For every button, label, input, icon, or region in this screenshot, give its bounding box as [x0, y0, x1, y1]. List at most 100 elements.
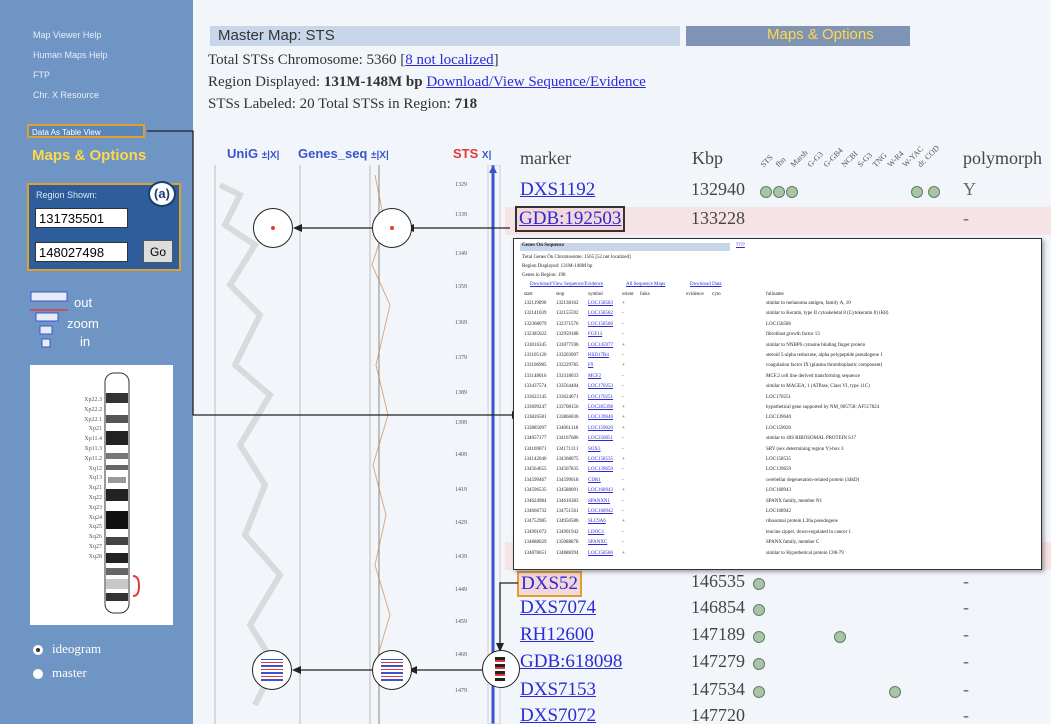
popup-cell-symbol[interactable]: SLC9A6 [588, 519, 606, 524]
popup-cell-orient: - [622, 311, 624, 317]
popup-col-cyto: cyto [712, 292, 721, 297]
popup-cell-symbol[interactable]: SOX3 [588, 447, 601, 452]
popup-cell-symbol[interactable]: LOC158586 [588, 322, 613, 327]
popup-cell-start: 133826581 [524, 415, 547, 421]
popup-cell-fullname: ribosomal protein L36a pseudogene [766, 519, 838, 525]
popup-cell-fullname: LOC158535 [766, 457, 791, 462]
popup-col-fullname: fullname [766, 292, 784, 297]
popup-cell-fullname: LOC158586 [766, 321, 791, 327]
popup-cell-symbol[interactable]: SPANXN1 [588, 499, 610, 504]
popup-cell-start: 134564655 [524, 467, 547, 473]
magnifier-unig-top [253, 208, 293, 248]
popup-cell-stop: 133708156 [556, 405, 579, 410]
popup-cell-symbol[interactable]: LOC170253 [588, 384, 613, 389]
popup-cell-orient: - [622, 373, 624, 379]
popup-cell-stop: 134950586 [556, 519, 579, 525]
popup-cell-symbol[interactable]: FGF13 [588, 332, 602, 337]
popup-cell-symbol[interactable]: LOC159020 [588, 426, 613, 431]
popup-cell-symbol[interactable]: SPANXC [588, 540, 607, 545]
popup-cell-orient: + [622, 425, 625, 431]
popup-cell-symbol[interactable]: LOC256051 [588, 436, 613, 441]
popup-cell-symbol[interactable]: LOC285398 [588, 405, 613, 410]
popup-cell-stop: 134751561 [556, 509, 579, 514]
popup-total-genes: Total Genes On Chromosome: 1565 [52 not … [522, 255, 631, 260]
popup-cell-stop: 134167686 [556, 436, 579, 442]
popup-cell-stop: 133077596 [556, 342, 579, 348]
popup-col-links: links [640, 292, 650, 297]
popup-cell-stop: 132371576 [556, 321, 579, 327]
popup-download-data-link[interactable]: Download Data [690, 282, 722, 287]
popup-cell-start: 134596535 [524, 488, 547, 494]
popup-download-link[interactable]: Download/View Sequence/Evidence [530, 282, 603, 287]
popup-title: Genes On Sequence [522, 243, 565, 248]
popup-cell-stop: 134061118 [556, 425, 579, 431]
popup-cell-stop: 133866036 [556, 415, 579, 421]
magnifier-unig-bottom [252, 650, 292, 690]
genes-on-sequence-popup[interactable]: Genes On Sequence ???? Total Genes On Ch… [513, 238, 1042, 570]
popup-cell-symbol[interactable]: LOC158582 [588, 311, 613, 316]
popup-cell-start: 134599467 [524, 477, 547, 483]
popup-cell-fullname: LOC170251 [766, 394, 791, 400]
popup-cell-symbol[interactable]: LOC158583 [588, 301, 613, 306]
popup-cell-fullname: LOC168943 [766, 488, 791, 494]
popup-help-link[interactable]: ???? [736, 243, 745, 248]
popup-cell-symbol[interactable]: LOC145977 [588, 343, 613, 348]
popup-cell-symbol[interactable]: CDR1 [588, 478, 601, 483]
popup-cell-start: 134169071 [524, 446, 547, 452]
popup-cell-symbol[interactable]: F9 [588, 363, 593, 368]
popup-cell-symbol[interactable]: LOC168943 [588, 488, 613, 493]
popup-cell-symbol[interactable]: MCF2 [588, 374, 601, 379]
popup-cell-orient: - [622, 436, 624, 442]
popup-cell-orient: - [622, 509, 624, 514]
popup-cell-symbol[interactable]: LOC139659 [588, 467, 613, 472]
popup-cell-stop: 132155592 [556, 311, 579, 317]
popup-all-maps-link[interactable]: All Sequence Maps [626, 282, 665, 287]
popup-cell-stop: 133203097 [556, 353, 579, 358]
popup-cell-symbol[interactable]: LOC158586 [588, 551, 613, 556]
popup-cell-symbol[interactable]: LOC168942 [588, 509, 613, 514]
popup-cell-fullname: cerebellar degeneration-related protein … [766, 477, 860, 483]
popup-cell-stop: 134599618 [556, 477, 579, 483]
popup-cell-start: 134752985 [524, 519, 547, 525]
popup-cell-start: 134878651 [524, 550, 547, 556]
popup-cell-start: 134666732 [524, 509, 547, 514]
popup-cell-start: 133437574 [524, 384, 547, 390]
popup-cell-symbol[interactable]: LOC170251 [588, 395, 613, 400]
popup-cell-start: 134624984 [524, 498, 547, 504]
popup-cell-orient: + [622, 342, 625, 348]
popup-col-evidence: evidence [686, 292, 704, 297]
popup-col-stop: stop [556, 292, 565, 297]
popup-cell-orient: - [622, 477, 624, 483]
popup-cell-stop: 134616383 [556, 498, 579, 504]
popup-cell-stop: 133229785 [556, 363, 579, 369]
popup-cell-stop: 134368075 [556, 457, 579, 462]
popup-cell-start: 133622145 [524, 394, 547, 400]
popup-cell-stop: 134901942 [556, 529, 579, 535]
popup-cell-symbol[interactable]: HSD17B4 [588, 353, 609, 358]
popup-cell-start: 132368079 [524, 321, 547, 327]
popup-region: Region Displayed: 131M-148M bp [522, 264, 593, 269]
popup-cell-orient: - [622, 467, 624, 473]
popup-cell-orient: + [622, 301, 625, 306]
popup-cell-symbol[interactable]: LDOC1 [588, 530, 604, 535]
popup-cell-orient: - [622, 384, 624, 390]
popup-genes-count: Genes in Region: 198 [522, 273, 566, 278]
popup-cell-fullname: LOC139640 [766, 415, 791, 421]
popup-cell-start: 133016345 [524, 342, 547, 348]
popup-cell-fullname: similar to Hypothetical protein C08-79 [766, 550, 844, 556]
popup-cell-symbol[interactable]: LOC158535 [588, 457, 613, 462]
popup-cell-fullname: SRY (sex determining region Y)-box 3 [766, 446, 844, 452]
popup-cell-symbol[interactable]: LOC139640 [588, 415, 613, 420]
popup-cell-orient: - [622, 332, 624, 338]
popup-cell-fullname: similar to NNBP6 cytosine binding finger… [766, 342, 866, 348]
popup-cell-stop: 133318033 [556, 373, 579, 379]
popup-cell-fullname: LOC139659 [766, 467, 791, 473]
popup-cell-stop: 134588091 [556, 488, 579, 494]
popup-cell-start: 133699247 [524, 405, 547, 410]
popup-cell-stop: 134888394 [556, 550, 579, 556]
popup-cell-stop: 133624671 [556, 394, 579, 400]
popup-cell-fullname: similar to 40S RIBOSOMAL PROTEIN S17 [766, 436, 856, 442]
popup-cell-start: 132119090 [524, 301, 547, 306]
popup-cell-start: 133148016 [524, 373, 547, 379]
popup-cell-orient: + [622, 550, 625, 556]
